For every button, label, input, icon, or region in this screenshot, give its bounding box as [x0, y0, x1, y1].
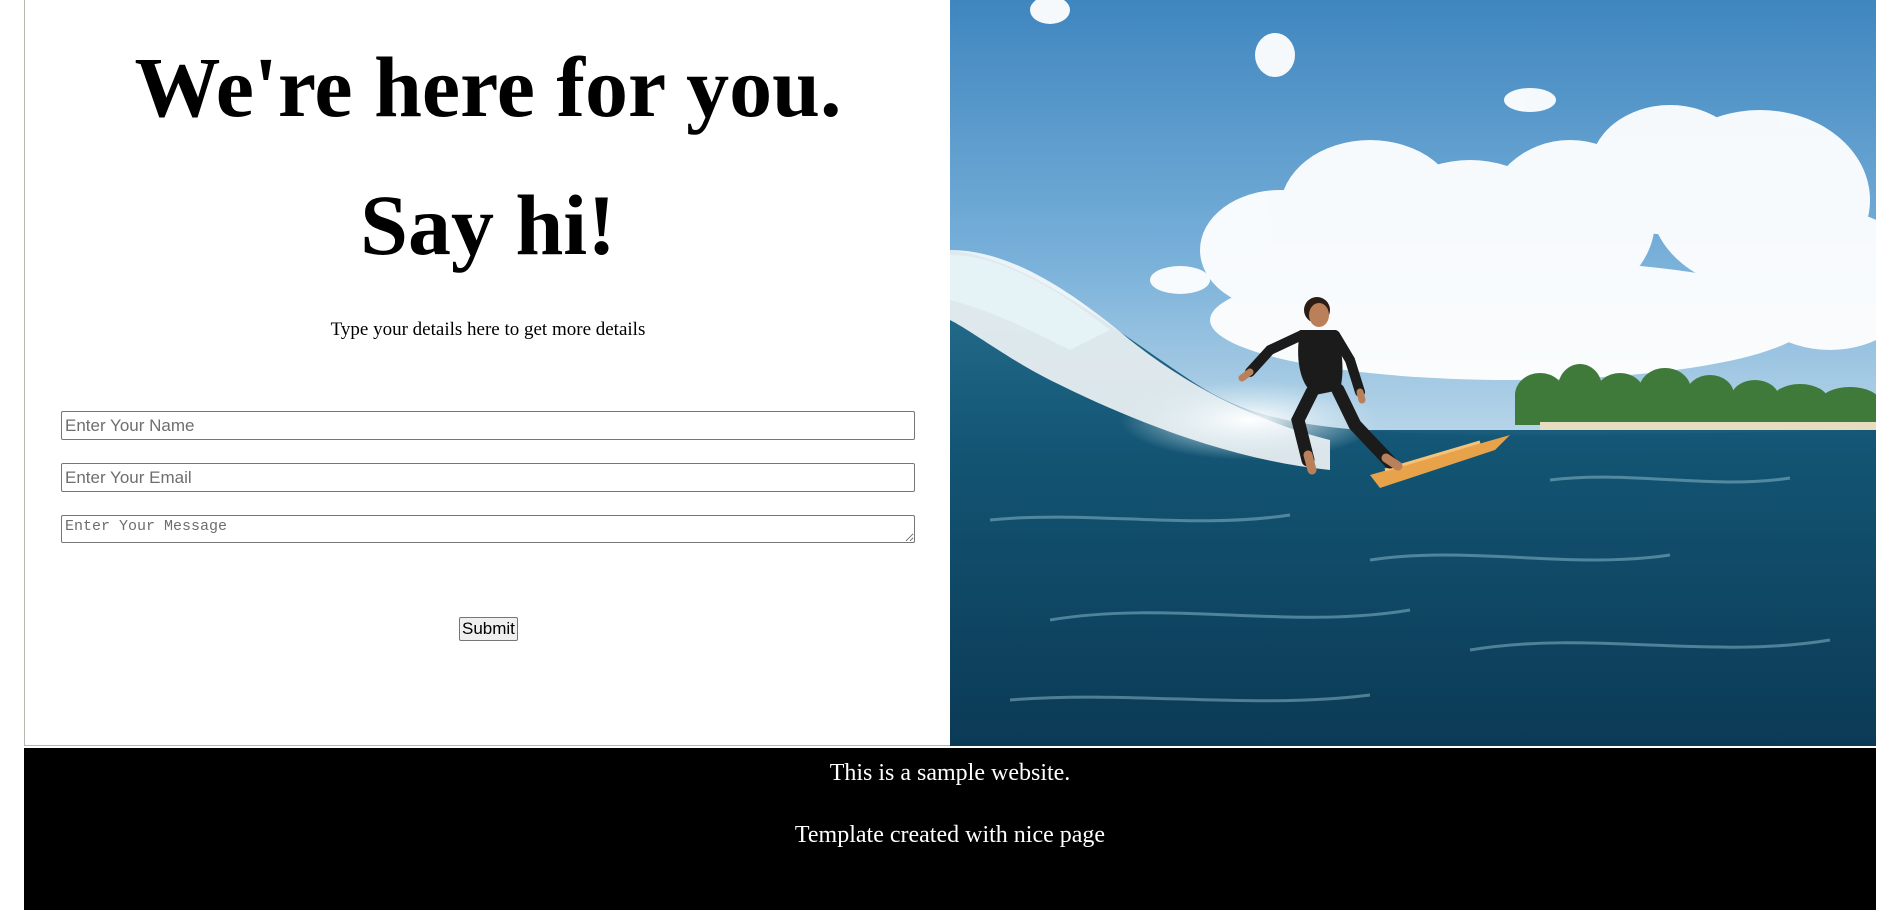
submit-button[interactable]: Submit: [459, 617, 518, 641]
surfer-photo: [950, 0, 1876, 746]
contact-section: We're here for you. Say hi! Type your de…: [24, 0, 950, 746]
message-textarea[interactable]: [61, 515, 915, 543]
name-input[interactable]: [61, 411, 915, 440]
email-input[interactable]: [61, 463, 915, 492]
contact-heading-secondary: Say hi!: [360, 177, 616, 273]
footer-text-template-credit: Template created with nice page: [794, 822, 1106, 848]
page: We're here for you. Say hi! Type your de…: [24, 0, 1876, 910]
footer-text-sample-notice: This is a sample website.: [829, 760, 1071, 786]
contact-subtitle: Type your details here to get more detai…: [330, 319, 646, 340]
contact-heading-primary: We're here for you.: [134, 39, 842, 135]
site-footer: This is a sample website. Template creat…: [24, 748, 1876, 910]
surfer-photo-illustration: [950, 0, 1876, 746]
